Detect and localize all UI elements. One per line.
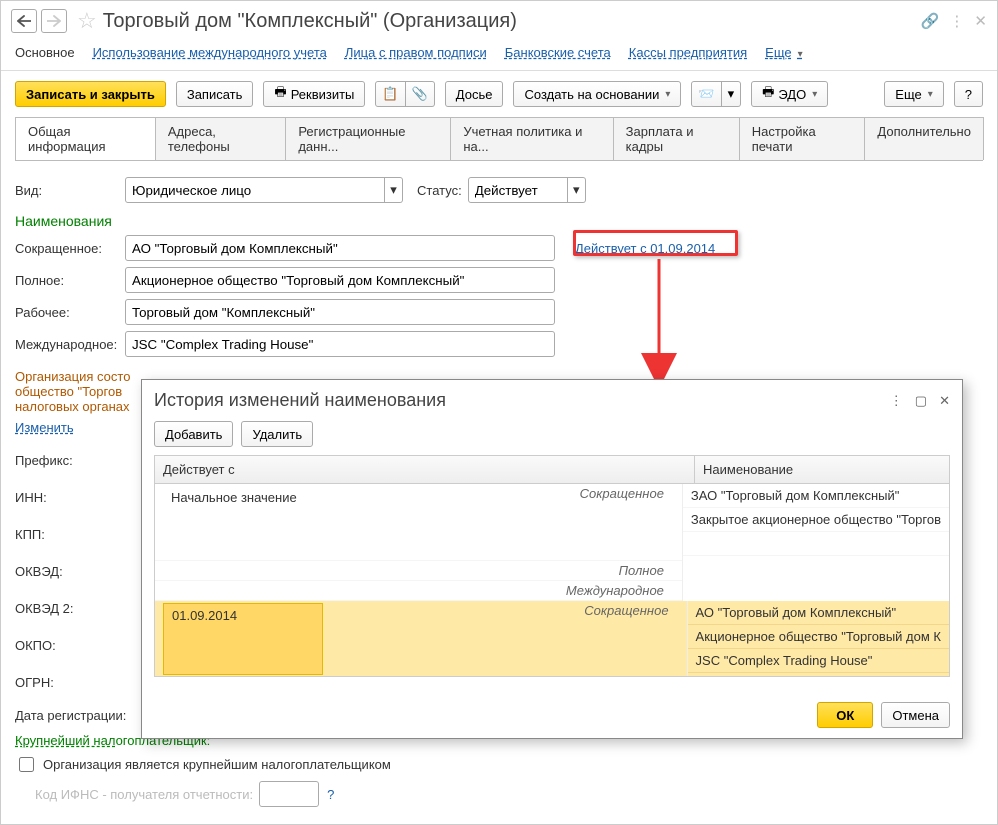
history-modal: История изменений наименования ⋮ ▢ ✕ Доб… xyxy=(141,379,963,739)
attach-copy-button[interactable]: 📋 xyxy=(375,81,405,107)
change-link[interactable]: Изменить xyxy=(15,420,74,435)
intl-label: Международное: xyxy=(15,337,125,352)
name-type-label: Полное xyxy=(323,563,674,578)
modal-kebab-icon[interactable]: ⋮ xyxy=(890,393,903,409)
modal-maximize-icon[interactable]: ▢ xyxy=(915,393,927,409)
tab-additional[interactable]: Дополнительно xyxy=(864,117,984,160)
name-value-cell[interactable] xyxy=(683,532,949,556)
save-close-button[interactable]: Записать и закрыть xyxy=(15,81,166,107)
date-cell[interactable]: 01.09.2014 xyxy=(163,603,323,675)
kind-input[interactable] xyxy=(125,177,385,203)
work-label: Рабочее: xyxy=(15,305,125,320)
kind-dd-icon[interactable]: ▾ xyxy=(385,177,403,203)
tab-addresses[interactable]: Адреса, телефоны xyxy=(155,117,286,160)
modal-close-icon[interactable]: ✕ xyxy=(939,393,950,409)
modal-delete-button[interactable]: Удалить xyxy=(241,421,313,447)
tab-payroll[interactable]: Зарплата и кадры xyxy=(613,117,740,160)
kind-label: Вид: xyxy=(15,183,125,198)
tab-accounting[interactable]: Учетная политика и на... xyxy=(450,117,613,160)
name-value-cell[interactable]: ЗАО "Торговый дом Комплексный" xyxy=(683,484,949,508)
send-button[interactable]: 📨 xyxy=(691,81,721,107)
work-input[interactable] xyxy=(125,299,555,325)
big-taxpayer-section: Крупнейший нал xyxy=(15,733,116,748)
help-button[interactable]: ? xyxy=(954,81,983,107)
kebab-menu-icon[interactable]: ⋮ xyxy=(949,12,964,30)
modal-title: История изменений наименования xyxy=(154,390,446,411)
send-dd-button[interactable]: ▾ xyxy=(722,81,742,107)
more-button[interactable]: Еще xyxy=(884,81,943,107)
close-window-icon[interactable]: ✕ xyxy=(974,12,987,30)
status-dd-icon[interactable]: ▾ xyxy=(568,177,586,203)
nav-link-signers[interactable]: Лица с правом подписи xyxy=(345,45,487,60)
edo-button[interactable]: 🖶 ЭДО xyxy=(751,81,828,107)
window-title: Торговый дом "Комплексный" (Организация) xyxy=(103,10,517,33)
nav-link-intl[interactable]: Использование международного учета xyxy=(93,45,327,60)
col-date-header[interactable]: Действует с xyxy=(155,456,695,483)
status-input[interactable] xyxy=(468,177,568,203)
printer-icon: 🖶 xyxy=(274,83,286,105)
attach-group[interactable]: 📋 📎 xyxy=(375,81,434,107)
back-button[interactable] xyxy=(11,9,37,33)
name-value-cell[interactable]: Акционерное общество "Торговый дом К xyxy=(688,625,949,649)
tab-print[interactable]: Настройка печати xyxy=(739,117,866,160)
nav-link-cash[interactable]: Кассы предприятия xyxy=(629,45,747,60)
link-icon[interactable]: 🔗 xyxy=(921,12,940,30)
date-cell[interactable]: Начальное значение xyxy=(163,486,323,558)
table-row[interactable]: Начальное значениеСокращенное Полное Между… xyxy=(155,484,949,601)
table-row[interactable]: 01.09.2014СокращенноеПолноеМеждународное… xyxy=(155,601,949,677)
name-value-cell[interactable]: JSC "Complex Trading House" xyxy=(688,649,949,673)
tab-bar: Общая информация Адреса, телефоны Регист… xyxy=(15,117,983,161)
status-label: Статус: xyxy=(417,183,462,198)
nav-main[interactable]: Основное xyxy=(15,45,75,60)
ifns-label: Код ИФНС - получателя отчетности: xyxy=(35,787,253,802)
kind-combo[interactable]: ▾ xyxy=(125,177,403,203)
big-taxpayer-checkbox[interactable] xyxy=(19,757,34,772)
history-grid: Действует с Наименование Начальное значе… xyxy=(154,455,950,677)
modal-ok-button[interactable]: ОК xyxy=(817,702,873,728)
favorite-star-icon[interactable]: ☆ xyxy=(77,8,97,34)
names-section: Наименования xyxy=(15,213,983,229)
send-group[interactable]: 📨 ▾ xyxy=(691,81,741,107)
highlight-red-box xyxy=(573,230,738,256)
full-label: Полное: xyxy=(15,273,125,288)
name-type-label: Международное xyxy=(323,583,674,598)
short-label: Сокращенное: xyxy=(15,241,125,256)
name-type-label: Сокращенное xyxy=(323,603,679,675)
col-name-header[interactable]: Наименование xyxy=(695,456,949,483)
big-taxpayer-text: Организация является крупнейшим налогопл… xyxy=(43,757,391,772)
nav-link-bank[interactable]: Банковские счета xyxy=(505,45,611,60)
ifns-input xyxy=(259,781,319,807)
name-value-cell[interactable]: Закрытое акционерное общество "Торгов xyxy=(683,508,949,532)
full-input[interactable] xyxy=(125,267,555,293)
tab-general[interactable]: Общая информация xyxy=(15,117,156,160)
name-value-cell[interactable]: АО "Торговый дом Комплексный" xyxy=(688,601,949,625)
ifns-help-link[interactable]: ? xyxy=(327,787,334,802)
forward-button[interactable] xyxy=(41,9,67,33)
tab-registration[interactable]: Регистрационные данн... xyxy=(285,117,451,160)
requisites-button[interactable]: 🖶 Реквизиты xyxy=(263,81,365,107)
modal-cancel-button[interactable]: Отмена xyxy=(881,702,950,728)
dossier-button[interactable]: Досье xyxy=(445,81,504,107)
modal-add-button[interactable]: Добавить xyxy=(154,421,233,447)
nav-more[interactable]: Еще xyxy=(765,45,802,60)
name-type-label: Сокращенное xyxy=(323,486,674,558)
create-based-button[interactable]: Создать на основании xyxy=(513,81,681,107)
attach-clip-button[interactable]: 📎 xyxy=(406,81,435,107)
status-combo[interactable]: ▾ xyxy=(468,177,586,203)
edo-icon: 🖶 xyxy=(762,83,774,105)
intl-input[interactable] xyxy=(125,331,555,357)
short-input[interactable] xyxy=(125,235,555,261)
save-button[interactable]: Записать xyxy=(176,81,254,107)
